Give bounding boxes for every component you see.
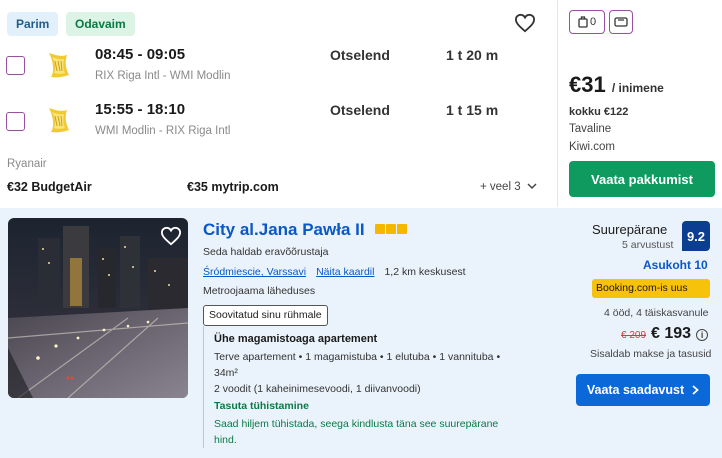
- hotel-host: Seda haldab eravõõrustaja: [203, 246, 329, 258]
- flight-provider: Kiwi.com: [569, 141, 616, 153]
- cabin-bag-count: 0: [589, 16, 597, 28]
- inbound-select-checkbox[interactable]: [6, 112, 25, 131]
- cabin-bag-badge: 0: [569, 10, 605, 34]
- outbound-times: 08:45 - 09:05: [95, 46, 186, 63]
- inbound-stops: Otselend: [330, 102, 390, 118]
- info-icon[interactable]: i: [696, 329, 709, 341]
- hotel-price: € 209 € 193 i: [621, 325, 709, 343]
- view-deal-button[interactable]: Vaata pakkumist: [569, 161, 715, 197]
- alt-offer-provider: mytrip.com: [211, 180, 279, 194]
- hotel-result-card: City al.Jana Pawła II Seda haldab eravõõ…: [0, 208, 722, 458]
- taxes-note: Sisaldab makse ja tasusid: [590, 348, 712, 360]
- outbound-stops: Otselend: [330, 47, 390, 63]
- flight-price: €31 / inimene: [569, 72, 664, 98]
- more-offers-label: + veel 3: [480, 181, 521, 193]
- alt-offer-budgetair[interactable]: €32 BudgetAir: [7, 180, 92, 194]
- cheapest-tag: Odavaim: [66, 12, 135, 36]
- review-count[interactable]: 5 arvustust: [622, 239, 673, 251]
- ryanair-harp-icon: [49, 108, 69, 133]
- hotel-star-rating: [375, 224, 407, 234]
- show-on-map-link[interactable]: Näita kaardil: [316, 266, 374, 278]
- inbound-route: WMI Modlin - RIX Riga Intl: [95, 125, 231, 137]
- flight-total-price: kokku €122: [569, 106, 629, 118]
- alt-offer-price: €32: [7, 180, 28, 194]
- chevron-down-icon: [527, 183, 537, 190]
- room-description: Terve apartement • 1 magamistuba • 1 elu…: [214, 351, 501, 379]
- checked-bag-badge: [609, 10, 633, 34]
- flight-result-card: Parim Odavaim 08:45 - 09:05 RIX Riga Int…: [0, 0, 722, 207]
- review-score-badge: 9.2: [682, 221, 710, 251]
- outbound-route: RIX Riga Intl - WMI Modlin: [95, 70, 231, 82]
- bed-info: 2 voodit (1 kaheinimesevoodi, 1 diivanvo…: [214, 383, 421, 395]
- room-title: Ühe magamistoaga apartement: [214, 333, 378, 345]
- carrier-name: Ryanair: [7, 158, 47, 170]
- outbound-duration: 1 t 20 m: [446, 47, 499, 63]
- stay-summary: 4 ööd, 4 täiskasvanule: [604, 307, 709, 319]
- distance-from-center: 1,2 km keskusest: [384, 266, 466, 278]
- save-hotel-heart-icon[interactable]: [160, 226, 182, 246]
- star-icon: [397, 224, 407, 234]
- best-tag: Parim: [7, 12, 59, 36]
- check-availability-button[interactable]: Vaata saadavust: [576, 374, 710, 406]
- cancellation-note: Saad hiljem tühistada, seega kindlusta t…: [214, 418, 499, 446]
- current-price: € 193: [651, 325, 692, 342]
- location-score: Asukoht 10: [643, 258, 708, 272]
- save-flight-heart-icon[interactable]: [514, 13, 536, 33]
- star-icon: [386, 224, 396, 234]
- metro-note: Metroojaama läheduses: [203, 285, 316, 297]
- chevron-right-icon: [692, 385, 699, 395]
- inbound-duration: 1 t 15 m: [446, 102, 499, 118]
- district-link[interactable]: Śródmiescie, Varssavi: [203, 266, 306, 278]
- alt-offer-provider: BudgetAir: [31, 180, 92, 194]
- more-offers-toggle[interactable]: + veel 3: [480, 181, 537, 193]
- alt-offer-price: €35: [187, 180, 208, 194]
- room-details: Ühe magamistoaga apartement Terve aparte…: [203, 326, 521, 448]
- flight-price-value: €31: [569, 72, 606, 97]
- ryanair-harp-icon: [49, 53, 69, 78]
- inbound-times: 15:55 - 18:10: [95, 101, 186, 118]
- free-cancellation: Tasuta tühistamine: [214, 400, 309, 412]
- source-badge: Booking.com-is uus: [592, 279, 710, 298]
- star-icon: [375, 224, 385, 234]
- old-price: € 209: [621, 330, 647, 341]
- recommended-badge: Soovitatud sinu rühmale: [203, 305, 328, 326]
- fare-type: Tavaline: [569, 123, 612, 135]
- flight-price-panel: 0 €31 / inimene kokku €122 Tavaline Kiwi…: [557, 0, 722, 207]
- flight-itinerary: Parim Odavaim 08:45 - 09:05 RIX Riga Int…: [0, 0, 556, 207]
- hotel-name-link[interactable]: City al.Jana Pawła II: [203, 220, 365, 240]
- hotel-location-row: Śródmiescie, Varssavi Näita kaardil 1,2 …: [203, 266, 466, 278]
- cabin-bag-icon: [578, 16, 588, 28]
- checked-bag-icon: [614, 17, 628, 27]
- outbound-select-checkbox[interactable]: [6, 56, 25, 75]
- alt-offer-mytrip[interactable]: €35 mytrip.com: [187, 180, 279, 194]
- flight-price-unit: / inimene: [611, 81, 664, 95]
- rating-word: Suurepärane: [592, 222, 668, 237]
- check-availability-label: Vaata saadavust: [586, 383, 685, 397]
